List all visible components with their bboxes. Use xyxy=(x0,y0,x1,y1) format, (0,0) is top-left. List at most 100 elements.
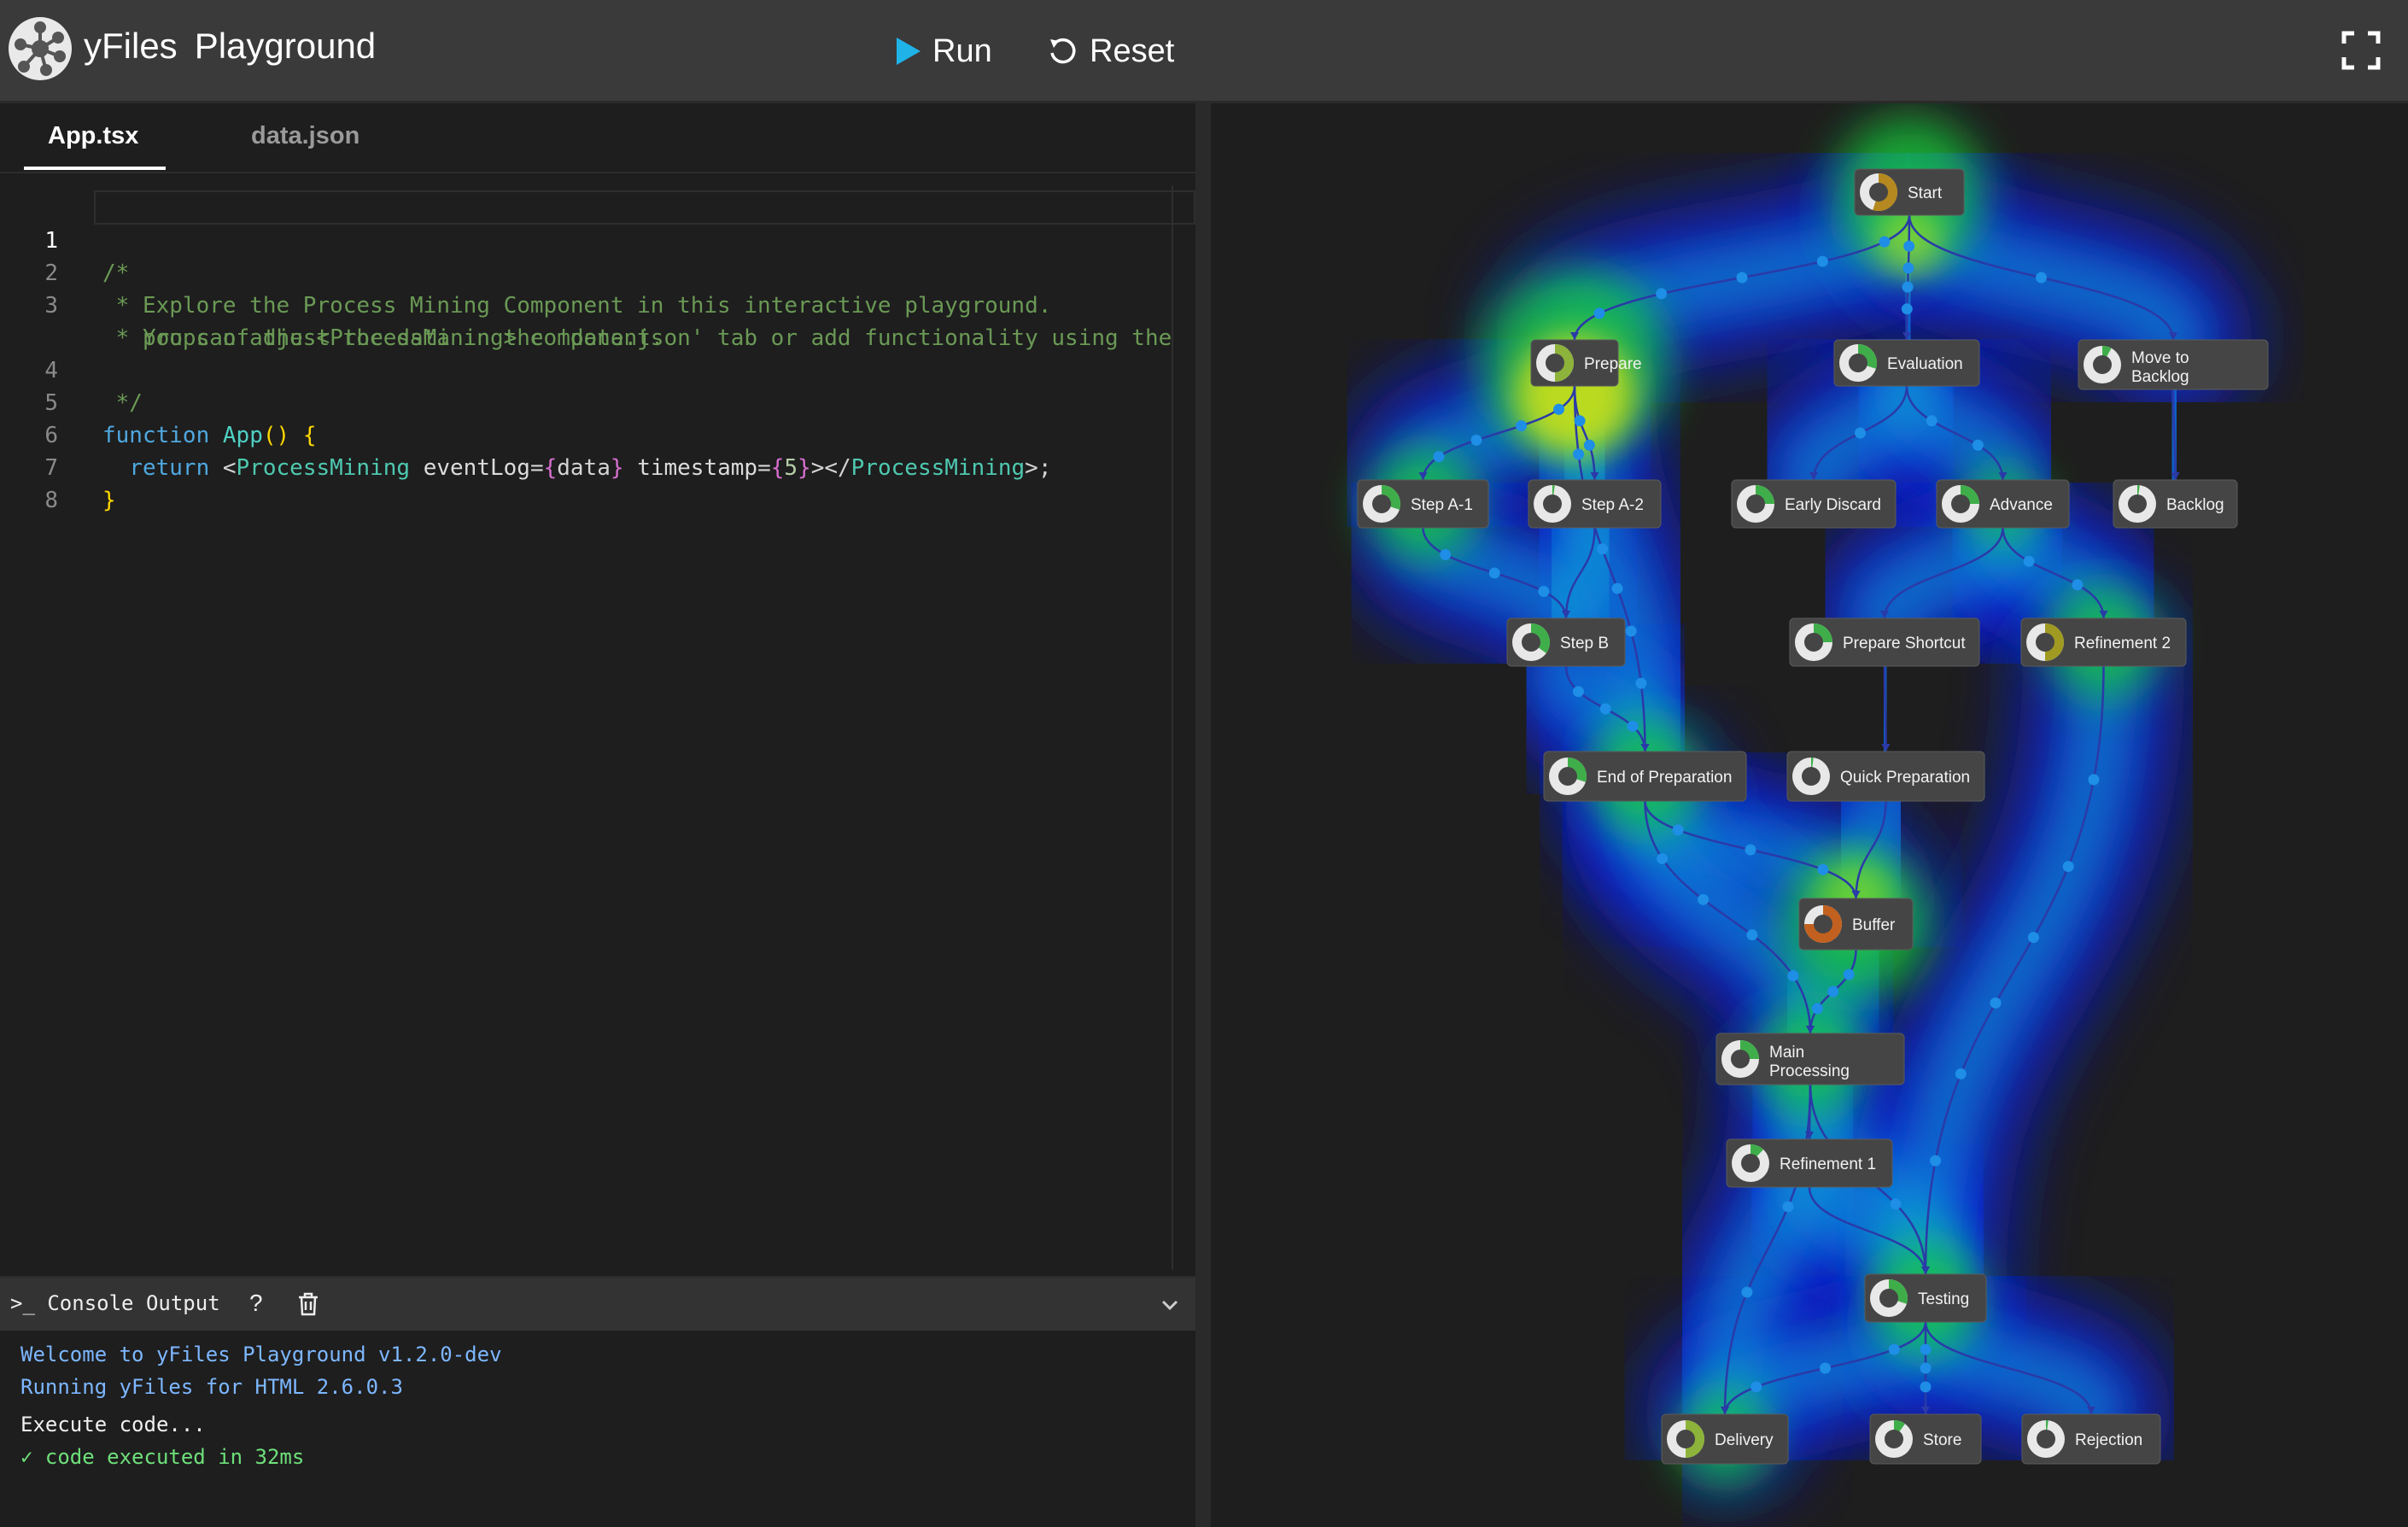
trash-icon[interactable] xyxy=(295,1291,321,1317)
process-token xyxy=(1855,427,1866,439)
process-token xyxy=(1599,703,1611,715)
node-label: Rejection xyxy=(2075,1431,2142,1449)
node-early-discard[interactable]: Early Discard xyxy=(1731,479,1897,529)
code-line: 5 function App() { xyxy=(0,354,1195,448)
process-token xyxy=(1816,255,1828,267)
process-token xyxy=(1811,1003,1823,1015)
fullscreen-icon[interactable] xyxy=(2341,31,2381,70)
node-gauge-hole xyxy=(1558,767,1577,786)
process-token xyxy=(1516,420,1528,432)
node-move-to-backlog[interactable]: Move to Backlog xyxy=(2078,339,2269,390)
node-backlog[interactable]: Backlog xyxy=(2113,479,2238,529)
node-gauge-hole xyxy=(1546,354,1564,372)
pane-splitter[interactable] xyxy=(1195,103,1211,1527)
node-label: Move to Backlog xyxy=(2131,349,2189,386)
process-token xyxy=(2062,861,2074,873)
process-token xyxy=(1827,986,1839,998)
code-editor[interactable]: 1 /* 2 * Explore the Process Mining Comp… xyxy=(0,185,1195,1270)
node-gauge-hole xyxy=(1802,767,1821,786)
node-label: Prepare Shortcut xyxy=(1843,635,1966,652)
node-prepare-shortcut[interactable]: Prepare Shortcut xyxy=(1789,617,1980,667)
node-step-a1[interactable]: Step A-1 xyxy=(1357,479,1489,529)
play-icon xyxy=(897,38,921,65)
process-token xyxy=(1698,893,1710,905)
process-token xyxy=(1596,543,1608,555)
process-token xyxy=(1750,1381,1762,1393)
node-main-processing[interactable]: Main Processing xyxy=(1715,1033,1905,1085)
process-token xyxy=(1782,1201,1794,1213)
graph-canvas[interactable]: Start Prepare Evaluation Move to Backlog Step… xyxy=(1211,103,2408,1527)
node-label: Refinement 2 xyxy=(2074,635,2171,652)
node-buffer[interactable]: Buffer xyxy=(1798,898,1914,951)
process-token xyxy=(1611,582,1623,594)
editor-tabs: App.tsx data.json xyxy=(0,103,1195,173)
node-gauge-hole xyxy=(1741,1154,1760,1173)
run-button[interactable]: Run xyxy=(897,29,992,73)
process-token xyxy=(1820,1362,1831,1374)
node-delivery[interactable]: Delivery xyxy=(1661,1413,1789,1465)
process-token xyxy=(1746,929,1758,941)
node-start[interactable]: Start xyxy=(1854,168,1965,216)
console-header: >_ Console Output ? xyxy=(0,1276,1195,1331)
process-mining-graph[interactable]: Start Prepare Evaluation Move to Backlog Step… xyxy=(1211,103,2408,1527)
node-label: Evaluation xyxy=(1887,355,1963,373)
node-evaluation[interactable]: Evaluation xyxy=(1833,339,1980,387)
process-token xyxy=(1920,1381,1932,1393)
process-token xyxy=(2036,272,2047,284)
process-token xyxy=(1593,307,1605,319)
node-gauge-hole xyxy=(1522,633,1540,652)
process-token xyxy=(1903,240,1915,252)
yfiles-logo-icon xyxy=(9,17,72,80)
console-title: >_ Console Output xyxy=(10,1291,220,1315)
chevron-down-icon[interactable] xyxy=(1158,1293,1182,1317)
node-end-of-preparation[interactable]: End of Preparation xyxy=(1543,751,1747,802)
node-quick-preparation[interactable]: Quick Preparation xyxy=(1786,751,1985,802)
node-label: Advance xyxy=(1990,496,2053,514)
process-token xyxy=(1625,625,1637,637)
node-refinement1[interactable]: Refinement 1 xyxy=(1726,1138,1893,1188)
process-token xyxy=(1572,686,1584,698)
node-advance[interactable]: Advance xyxy=(1936,479,2070,529)
node-rejection[interactable]: Rejection xyxy=(2021,1413,2161,1465)
tab-app-tsx[interactable]: App.tsx xyxy=(24,122,166,170)
line-number: 8 xyxy=(44,488,58,513)
node-gauge-hole xyxy=(1804,633,1823,652)
node-gauge-hole xyxy=(2128,494,2147,513)
process-token xyxy=(1736,272,1748,284)
node-label: Step A-1 xyxy=(1411,496,1473,514)
reset-label: Reset xyxy=(1090,32,1175,69)
node-gauge-hole xyxy=(2093,355,2112,374)
process-token xyxy=(2023,555,2035,567)
process-token xyxy=(1843,968,1855,980)
process-token xyxy=(1574,415,1586,427)
console-help-button[interactable]: ? xyxy=(249,1290,263,1317)
node-label: Start xyxy=(1908,184,1943,202)
console-line: Execute code... xyxy=(20,1413,206,1436)
node-gauge-hole xyxy=(2036,633,2054,652)
node-gauge-hole xyxy=(1543,494,1562,513)
reset-button[interactable]: Reset xyxy=(1047,29,1174,73)
process-token xyxy=(1920,1362,1932,1374)
run-label: Run xyxy=(932,32,992,69)
node-step-b[interactable]: Step B xyxy=(1506,617,1626,667)
node-gauge-hole xyxy=(1951,494,1970,513)
process-token xyxy=(1890,1198,1902,1210)
process-token xyxy=(1657,852,1669,864)
process-token xyxy=(1538,586,1550,598)
process-token xyxy=(1902,281,1914,293)
editor-pane: App.tsx data.json 1 /* 2 * Explore the P… xyxy=(0,103,1195,1527)
console-line: Running yFiles for HTML 2.6.0.3 xyxy=(20,1375,403,1399)
process-token xyxy=(1573,448,1585,460)
code-line: 6 return <ProcessMining eventLog={data} … xyxy=(0,387,1195,481)
node-refinement2[interactable]: Refinement 2 xyxy=(2020,617,2187,667)
tab-data-json[interactable]: data.json xyxy=(251,122,359,150)
node-label: Delivery xyxy=(1715,1431,1774,1449)
node-step-a2[interactable]: Step A-2 xyxy=(1528,479,1662,529)
node-gauge-hole xyxy=(1885,1430,1903,1448)
node-testing[interactable]: Testing xyxy=(1864,1273,1987,1323)
process-token xyxy=(2072,579,2084,591)
brand-name: yFiles xyxy=(84,26,178,66)
node-store[interactable]: Store xyxy=(1869,1413,1982,1465)
node-label: Step A-2 xyxy=(1581,496,1644,514)
node-label: Step B xyxy=(1560,635,1609,652)
